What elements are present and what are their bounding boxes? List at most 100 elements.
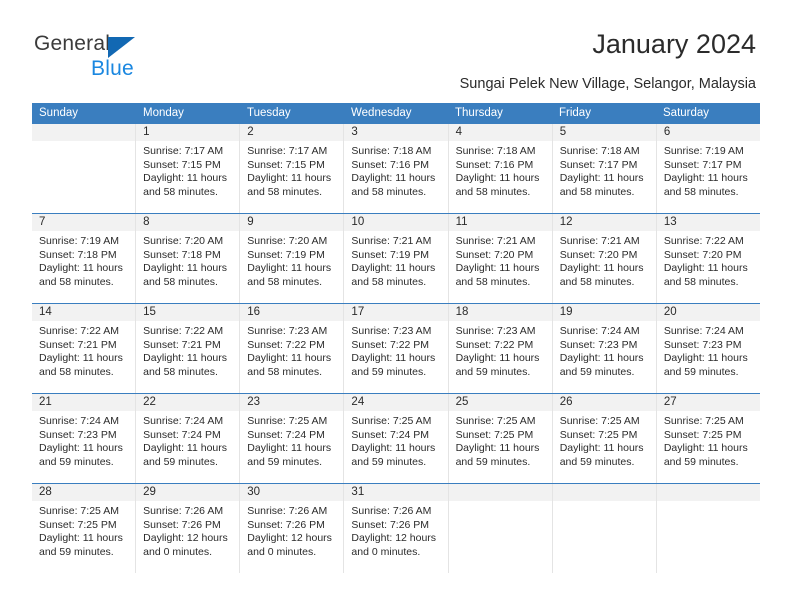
daylight-duration-line2: and 59 minutes. bbox=[351, 365, 427, 378]
day-number-band: 1 bbox=[136, 124, 240, 141]
weekday-tuesday: Tuesday bbox=[247, 107, 291, 119]
day-cell[interactable]: 7 Sunrise: 7:19 AM Sunset: 7:18 PM Daylight… bbox=[32, 214, 137, 303]
day-cell[interactable]: 20 Sunrise: 7:24 AM Sunset: 7:23 PM Dayligh… bbox=[656, 304, 760, 393]
day-cell[interactable]: 16 Sunrise: 7:23 AM Sunset: 7:22 PM Dayligh… bbox=[240, 304, 345, 393]
day-cell[interactable]: 2 Sunrise: 7:17 AM Sunset: 7:15 PM Daylight… bbox=[240, 124, 345, 213]
sunrise-time: Sunrise: 7:25 AM bbox=[455, 415, 536, 427]
day-details: Sunrise: 7:21 AM Sunset: 7:19 PM Daylight:… bbox=[344, 231, 447, 289]
day-number-band bbox=[448, 484, 552, 501]
day-cell[interactable]: 14 Sunrise: 7:22 AM Sunset: 7:21 PM Dayligh… bbox=[32, 304, 137, 393]
day-cell[interactable]: 26 Sunrise: 7:25 AM Sunset: 7:25 PM Dayligh… bbox=[552, 394, 657, 483]
sunset-time: Sunset: 7:20 PM bbox=[559, 248, 638, 261]
generalblue-logo[interactable]: General Blue bbox=[34, 32, 204, 86]
sunset-time: Sunset: 7:25 PM bbox=[39, 518, 117, 531]
daylight-duration-line2: and 58 minutes. bbox=[559, 185, 635, 198]
day-number: 16 bbox=[247, 306, 261, 318]
daylight-duration-line1: Daylight: 11 hours bbox=[455, 172, 540, 184]
sunset-time: Sunset: 7:19 PM bbox=[247, 248, 325, 261]
day-number-band: 27 bbox=[656, 394, 760, 411]
daylight-duration-line1: Daylight: 11 hours bbox=[143, 172, 227, 184]
daylight-duration-line1: Daylight: 11 hours bbox=[663, 172, 748, 184]
day-number: 24 bbox=[351, 396, 365, 408]
daylight-duration-line1: Daylight: 11 hours bbox=[663, 262, 748, 274]
daylight-duration-line1: Daylight: 11 hours bbox=[351, 352, 436, 364]
daylight-duration-line2: and 58 minutes. bbox=[351, 275, 427, 288]
day-number: 29 bbox=[143, 486, 156, 498]
day-number-band: 24 bbox=[344, 394, 448, 411]
daylight-duration-line1: Daylight: 11 hours bbox=[351, 442, 436, 454]
daylight-duration-line2: and 58 minutes. bbox=[247, 275, 322, 288]
day-cell[interactable]: 17 Sunrise: 7:23 AM Sunset: 7:22 PM Dayligh… bbox=[344, 304, 449, 393]
day-details: Sunrise: 7:18 AM Sunset: 7:17 PM Daylight:… bbox=[553, 141, 656, 199]
calendar-grid: Sunday Monday Tuesday Wednesday Thursday… bbox=[32, 103, 760, 573]
day-cell[interactable]: 27 Sunrise: 7:25 AM Sunset: 7:25 PM Dayligh… bbox=[656, 394, 760, 483]
day-cell[interactable]: 13 Sunrise: 7:22 AM Sunset: 7:20 PM Dayligh… bbox=[656, 214, 760, 303]
daylight-duration-line1: Daylight: 11 hours bbox=[559, 172, 644, 184]
daylight-duration-line1: Daylight: 11 hours bbox=[559, 442, 644, 454]
day-number: 25 bbox=[455, 396, 469, 408]
day-cell[interactable]: 15 Sunrise: 7:22 AM Sunset: 7:21 PM Dayligh… bbox=[136, 304, 241, 393]
daylight-duration-line2: and 59 minutes. bbox=[351, 455, 427, 468]
day-cell[interactable]: 3 Sunrise: 7:18 AM Sunset: 7:16 PM Daylight… bbox=[344, 124, 449, 213]
sunset-time: Sunset: 7:24 PM bbox=[351, 428, 430, 441]
daylight-duration-line1: Daylight: 11 hours bbox=[663, 442, 748, 454]
sunset-time: Sunset: 7:23 PM bbox=[663, 338, 742, 351]
sunrise-time: Sunrise: 7:21 AM bbox=[455, 235, 536, 247]
day-cell[interactable]: 9 Sunrise: 7:20 AM Sunset: 7:19 PM Daylight… bbox=[240, 214, 345, 303]
day-cell-empty bbox=[656, 484, 760, 573]
day-number-band: 3 bbox=[344, 124, 448, 141]
sunset-time: Sunset: 7:23 PM bbox=[39, 428, 117, 441]
sunrise-time: Sunrise: 7:19 AM bbox=[663, 145, 744, 157]
day-cell[interactable]: 1 Sunrise: 7:17 AM Sunset: 7:15 PM Daylight… bbox=[136, 124, 241, 213]
day-details: Sunrise: 7:18 AM Sunset: 7:16 PM Daylight:… bbox=[344, 141, 447, 199]
daylight-duration-line1: Daylight: 12 hours bbox=[247, 532, 332, 544]
day-cell[interactable]: 18 Sunrise: 7:23 AM Sunset: 7:22 PM Dayligh… bbox=[448, 304, 553, 393]
day-cell[interactable]: 6 Sunrise: 7:19 AM Sunset: 7:17 PM Daylight… bbox=[656, 124, 760, 213]
day-details: Sunrise: 7:25 AM Sunset: 7:25 PM Daylight:… bbox=[32, 501, 135, 559]
day-details: Sunrise: 7:19 AM Sunset: 7:17 PM Daylight:… bbox=[657, 141, 760, 199]
day-cell[interactable]: 11 Sunrise: 7:21 AM Sunset: 7:20 PM Dayligh… bbox=[448, 214, 553, 303]
calendar-page: General Blue January 2024 Sungai Pelek N… bbox=[0, 0, 792, 612]
calendar-week-row: 21 Sunrise: 7:24 AM Sunset: 7:23 PM Dayligh… bbox=[32, 393, 760, 483]
day-number: 10 bbox=[351, 216, 365, 228]
day-cell[interactable]: 25 Sunrise: 7:25 AM Sunset: 7:25 PM Dayligh… bbox=[448, 394, 553, 483]
sunset-time: Sunset: 7:21 PM bbox=[143, 338, 221, 351]
day-cell[interactable]: 12 Sunrise: 7:21 AM Sunset: 7:20 PM Dayligh… bbox=[552, 214, 657, 303]
day-cell[interactable]: 22 Sunrise: 7:24 AM Sunset: 7:24 PM Dayligh… bbox=[136, 394, 241, 483]
day-cell[interactable]: 29 Sunrise: 7:26 AM Sunset: 7:26 PM Dayligh… bbox=[136, 484, 241, 573]
weekday-header-row: Sunday Monday Tuesday Wednesday Thursday… bbox=[32, 103, 760, 124]
sunrise-time: Sunrise: 7:20 AM bbox=[247, 235, 328, 247]
sunset-time: Sunset: 7:17 PM bbox=[663, 158, 742, 171]
day-cell[interactable]: 28 Sunrise: 7:25 AM Sunset: 7:25 PM Dayligh… bbox=[32, 484, 137, 573]
daylight-duration-line1: Daylight: 11 hours bbox=[39, 442, 123, 454]
day-cell[interactable]: 8 Sunrise: 7:20 AM Sunset: 7:18 PM Daylight… bbox=[136, 214, 241, 303]
daylight-duration-line2: and 59 minutes. bbox=[663, 455, 739, 468]
sunrise-time: Sunrise: 7:25 AM bbox=[559, 415, 640, 427]
daylight-duration-line1: Daylight: 11 hours bbox=[559, 262, 644, 274]
day-cell[interactable]: 21 Sunrise: 7:24 AM Sunset: 7:23 PM Dayligh… bbox=[32, 394, 137, 483]
day-number: 15 bbox=[143, 306, 156, 318]
day-cell[interactable]: 24 Sunrise: 7:25 AM Sunset: 7:24 PM Dayligh… bbox=[344, 394, 449, 483]
sunset-time: Sunset: 7:25 PM bbox=[559, 428, 638, 441]
day-cell[interactable]: 4 Sunrise: 7:18 AM Sunset: 7:16 PM Daylight… bbox=[448, 124, 553, 213]
sunset-time: Sunset: 7:22 PM bbox=[455, 338, 534, 351]
day-number: 23 bbox=[247, 396, 261, 408]
day-number: 30 bbox=[247, 486, 261, 498]
day-cell[interactable]: 30 Sunrise: 7:26 AM Sunset: 7:26 PM Dayligh… bbox=[240, 484, 345, 573]
day-cell[interactable]: 19 Sunrise: 7:24 AM Sunset: 7:23 PM Dayligh… bbox=[552, 304, 657, 393]
sunrise-time: Sunrise: 7:25 AM bbox=[39, 505, 119, 517]
day-cell[interactable]: 5 Sunrise: 7:18 AM Sunset: 7:17 PM Daylight… bbox=[552, 124, 657, 213]
daylight-duration-line1: Daylight: 11 hours bbox=[455, 352, 540, 364]
day-cell[interactable]: 23 Sunrise: 7:25 AM Sunset: 7:24 PM Dayligh… bbox=[240, 394, 345, 483]
day-number-band: 8 bbox=[136, 214, 240, 231]
day-details: Sunrise: 7:26 AM Sunset: 7:26 PM Daylight:… bbox=[136, 501, 239, 559]
day-details: Sunrise: 7:25 AM Sunset: 7:24 PM Daylight:… bbox=[344, 411, 447, 469]
day-details: Sunrise: 7:24 AM Sunset: 7:23 PM Daylight:… bbox=[553, 321, 656, 379]
calendar-week-cells: 7 Sunrise: 7:19 AM Sunset: 7:18 PM Daylight… bbox=[32, 214, 760, 303]
calendar-week-row: 14 Sunrise: 7:22 AM Sunset: 7:21 PM Dayligh… bbox=[32, 303, 760, 393]
day-number-band: 25 bbox=[448, 394, 552, 411]
daylight-duration-line2: and 0 minutes. bbox=[247, 545, 317, 558]
day-cell[interactable]: 31 Sunrise: 7:26 AM Sunset: 7:26 PM Dayligh… bbox=[344, 484, 449, 573]
sunset-time: Sunset: 7:23 PM bbox=[559, 338, 638, 351]
day-cell[interactable]: 10 Sunrise: 7:21 AM Sunset: 7:19 PM Dayligh… bbox=[344, 214, 449, 303]
